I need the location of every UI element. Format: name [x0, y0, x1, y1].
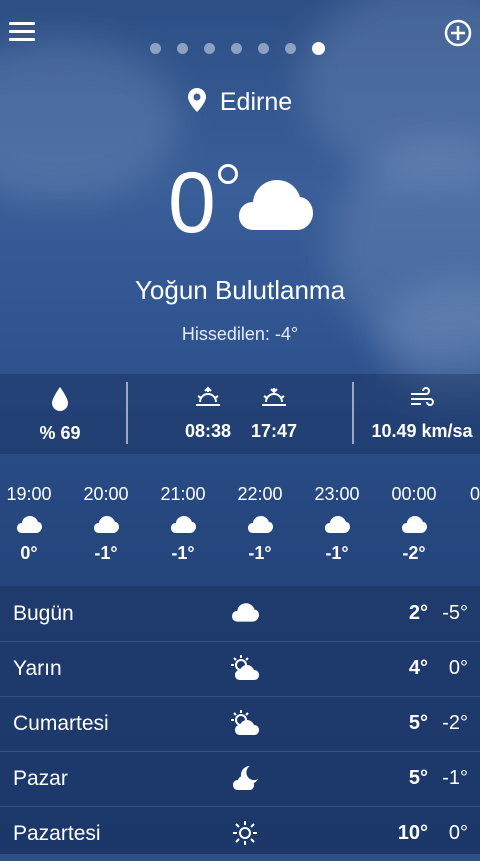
day-low: -5°	[442, 602, 468, 624]
day-high: 5°	[408, 767, 428, 789]
hourly-forecast[interactable]: 19:00 0° 20:00 -1° 21:00 -1° 22:00 -1° 2…	[0, 476, 480, 568]
hour-label: 19:00	[6, 484, 52, 504]
divider	[126, 382, 128, 444]
wind-icon	[364, 386, 480, 415]
sunrise-icon	[178, 386, 238, 415]
hourly-item: 21:00 -1°	[148, 484, 218, 564]
wind-speed: 10.49 km/sa	[371, 421, 473, 441]
sunrise-time: 08:38	[184, 421, 232, 441]
page-dot[interactable]	[204, 42, 215, 54]
sunset-stat: 17:47	[244, 386, 304, 442]
top-bar	[0, 0, 480, 70]
add-location-icon[interactable]	[444, 19, 472, 47]
current-temperature: 0	[168, 155, 216, 251]
day-high: 5°	[408, 712, 428, 734]
day-row[interactable]: Pazartesi 10° 0°	[0, 806, 480, 861]
hour-temp: 0°	[20, 543, 38, 563]
hourly-item-partial: 0	[440, 484, 480, 505]
day-low: 0°	[448, 822, 468, 844]
wind-stat: 10.49 km/sa	[364, 386, 480, 442]
cloud-icon	[379, 511, 449, 539]
drop-icon	[30, 386, 90, 417]
degree-symbol	[218, 164, 238, 184]
cloud-icon	[238, 176, 314, 237]
page-dot[interactable]	[150, 42, 161, 54]
humidity-stat: % 69	[30, 386, 90, 444]
sunrise-stat: 08:38	[178, 386, 238, 442]
page-dot[interactable]	[231, 42, 242, 54]
hour-label: 22:00	[237, 484, 283, 504]
hourly-item: 00:00 -2°	[379, 484, 449, 564]
hour-temp: -1°	[248, 543, 272, 563]
hourly-item: 23:00 -1°	[302, 484, 372, 564]
sun-icon	[228, 818, 262, 848]
day-high: 10°	[397, 822, 428, 844]
hour-temp: -2°	[402, 543, 426, 563]
page-indicator	[150, 41, 325, 55]
cloud-icon	[71, 511, 141, 539]
cloud-icon	[148, 511, 218, 539]
sun-cloud-icon	[228, 653, 262, 683]
hourly-item: 19:00 0°	[0, 484, 64, 564]
day-high: 2°	[408, 602, 428, 624]
feels-like-text: Hissedilen: -4°	[181, 324, 299, 344]
hour-label: 23:00	[314, 484, 360, 504]
page-dot[interactable]	[258, 42, 269, 54]
hour-label: 21:00	[160, 484, 206, 504]
day-name: Yarın	[13, 657, 62, 680]
day-row[interactable]: Pazar 5° -1°	[0, 751, 480, 807]
day-name: Bugün	[13, 602, 74, 625]
day-low: 0°	[448, 657, 468, 679]
stats-bar: % 69 08:38 17:47 10.49 km/sa	[0, 374, 480, 454]
cloud-icon	[225, 511, 295, 539]
cloud-icon	[228, 598, 262, 628]
daily-forecast: Bugün 2° -5° Yarın 4° 0° Cumartesi 5° -2…	[0, 586, 480, 854]
hourly-item: 22:00 -1°	[225, 484, 295, 564]
cloud-icon	[0, 511, 64, 539]
page-dot[interactable]	[177, 42, 188, 54]
hour-label: 20:00	[83, 484, 129, 504]
day-name: Pazar	[13, 767, 68, 790]
cloud-icon	[302, 511, 372, 539]
city-name: Edirne	[219, 88, 293, 117]
moon-cloud-icon	[228, 763, 262, 793]
divider	[352, 382, 354, 444]
day-row[interactable]: Yarın 4° 0°	[0, 641, 480, 697]
day-low: -1°	[442, 767, 468, 789]
sun-cloud-icon	[228, 708, 262, 738]
menu-icon[interactable]	[9, 22, 35, 42]
sunset-icon	[244, 386, 304, 415]
day-name: Pazartesi	[13, 822, 101, 845]
hourly-item: 20:00 -1°	[71, 484, 141, 564]
hour-label: 0	[469, 484, 480, 504]
location-header: Edirne	[0, 88, 480, 119]
location-pin-icon	[187, 88, 206, 119]
day-high: 4°	[408, 657, 428, 679]
hour-label: 00:00	[391, 484, 437, 504]
humidity-value: % 69	[39, 423, 81, 443]
page-dot[interactable]	[285, 42, 296, 54]
day-name: Cumartesi	[13, 712, 109, 735]
hour-temp: -1°	[325, 543, 349, 563]
sunset-time: 17:47	[250, 421, 298, 441]
day-row[interactable]: Bugün 2° -5°	[0, 586, 480, 642]
hour-temp: -1°	[94, 543, 118, 563]
page-dot-active[interactable]	[312, 41, 325, 55]
day-low: -2°	[442, 712, 468, 734]
condition-text: Yoğun Bulutlanma	[134, 275, 346, 305]
day-row[interactable]: Cumartesi 5° -2°	[0, 696, 480, 752]
hour-temp: -1°	[171, 543, 195, 563]
